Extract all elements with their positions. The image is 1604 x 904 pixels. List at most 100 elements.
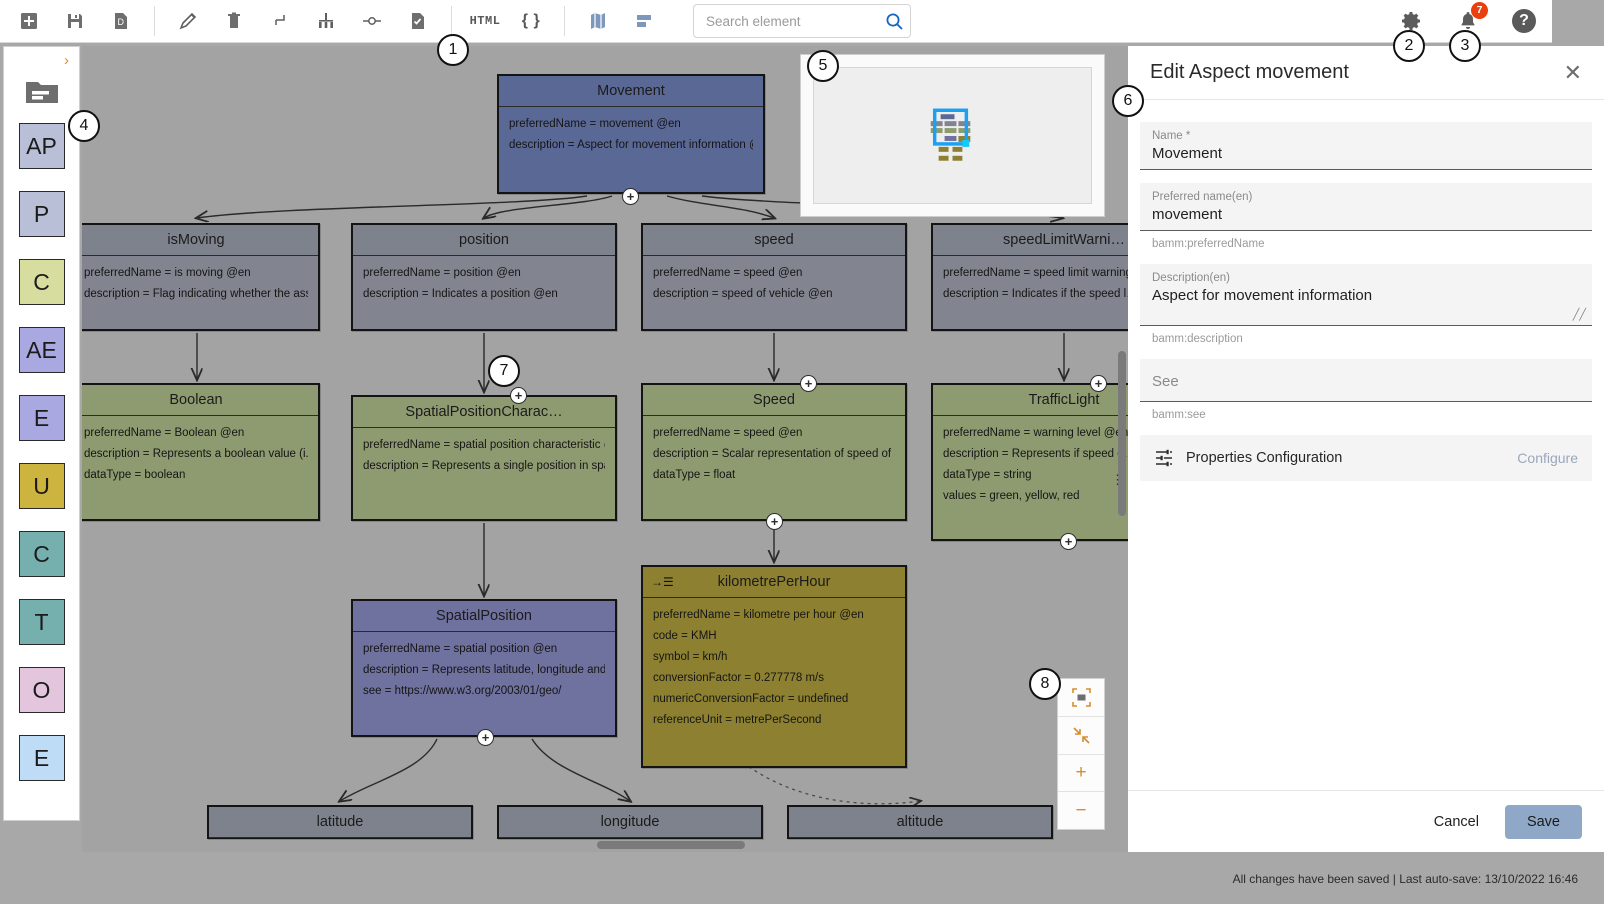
diagram-node-movement[interactable]: Movement preferredName = movement @en desc… [497, 74, 765, 194]
diagram-node-Speed[interactable]: Speed preferredName = speed @en descriptio… [641, 383, 907, 521]
configure-link[interactable]: Configure [1517, 450, 1578, 466]
palette-item-property[interactable]: P [18, 191, 65, 237]
open-map-button[interactable] [575, 3, 621, 39]
callout-marker-3: 3 [1449, 30, 1481, 62]
palette-item-trait[interactable]: T [18, 599, 65, 645]
canvas-vertical-scrollbar[interactable] [1118, 351, 1126, 516]
node-attribute-row: preferredName = warning level @en [943, 427, 1128, 439]
cancel-button[interactable]: Cancel [1420, 805, 1493, 839]
pencil-icon [179, 12, 197, 30]
expand-spatialpositioncharacteristic-button[interactable]: + [510, 387, 527, 404]
search-input[interactable] [704, 12, 885, 30]
node-title: Boolean [169, 392, 223, 408]
fit-to-screen-button[interactable] [1058, 679, 1104, 717]
palette-folder-button[interactable] [22, 76, 62, 113]
edit-panel-footer: Cancel Save [1128, 790, 1604, 852]
node-attribute-row: description = Aspect for movement inform… [509, 139, 753, 151]
new-file-button[interactable] [6, 3, 52, 39]
palette-item-abstract-entity[interactable]: AE [18, 327, 65, 373]
canvas-resize-handle[interactable]: ⋮ [1111, 473, 1124, 486]
palette-item-characteristic[interactable]: C [18, 259, 65, 305]
node-body: preferredName = kilometre per hour @en co… [643, 598, 905, 735]
node-body: preferredName = spatial position charact… [353, 428, 615, 481]
save-button[interactable]: Save [1504, 804, 1582, 839]
zoom-out-button[interactable]: − [1058, 792, 1104, 829]
export-html-button[interactable]: HTML [462, 3, 508, 39]
search-icon[interactable] [885, 12, 904, 31]
node-body: preferredName = spatial position @en desc… [353, 632, 615, 706]
node-body: preferredName = speed @en description = S… [643, 416, 905, 490]
diagram-node-speedLimitWarning[interactable]: speedLimitWarni… preferredName = speed li… [931, 223, 1128, 331]
diagram-node-SpatialPosition[interactable]: SpatialPosition preferredName = spatial p… [351, 599, 617, 737]
see-field[interactable]: See [1140, 359, 1592, 402]
diagram-node-altitude[interactable]: altitude [787, 805, 1053, 839]
node-attribute-row: preferredName = movement @en [509, 118, 681, 130]
preferred-name-field[interactable]: Preferred name(en) movement [1140, 183, 1592, 231]
expand-movement-button[interactable]: + [622, 188, 639, 205]
resize-grip-icon[interactable]: ╱╱ [1573, 308, 1586, 321]
close-icon[interactable]: ✕ [1564, 61, 1582, 84]
edit-button[interactable] [165, 3, 211, 39]
diagram-node-kilometrePerHour[interactable]: →☰ kilometrePerHour preferredName = kilome… [641, 565, 907, 768]
diagram-node-isMoving[interactable]: isMoving preferredName = is moving @en des… [82, 223, 320, 331]
node-attribute-row: description = Indicates a position @en [363, 288, 558, 300]
search-box[interactable] [693, 4, 911, 38]
palette-item-entity[interactable]: E [18, 395, 65, 441]
zoom-in-button[interactable]: + [1058, 755, 1104, 793]
export-json-button[interactable]: { } [508, 3, 554, 39]
palette-item-aspect-property[interactable]: AP [18, 123, 65, 169]
zoom-to-selection-button[interactable] [1058, 717, 1104, 755]
description-field-value[interactable]: Aspect for movement information [1152, 287, 1580, 304]
canvas-horizontal-scrollbar[interactable] [597, 841, 745, 849]
callout-marker-5: 5 [807, 50, 839, 82]
node-header: Boolean [82, 385, 318, 416]
node-header: altitude [789, 807, 1051, 838]
minimap-viewport[interactable] [813, 67, 1092, 204]
expand-speed-bottom-button[interactable]: + [766, 513, 783, 530]
name-field-value[interactable]: Movement [1152, 145, 1580, 162]
toolbar-divider [154, 6, 155, 36]
minimap-panel[interactable] [800, 54, 1105, 217]
connect-button[interactable] [349, 3, 395, 39]
diagram-node-latitude[interactable]: latitude [207, 805, 473, 839]
see-field-placeholder[interactable]: See [1152, 373, 1580, 390]
layout-icon [637, 15, 651, 27]
description-field[interactable]: Description(en) Aspect for movement info… [1140, 264, 1592, 326]
palette-item-event[interactable]: E [18, 735, 65, 781]
validate-button[interactable] [395, 3, 441, 39]
edit-panel-header: Edit Aspect movement ✕ [1128, 46, 1604, 100]
hierarchy-button[interactable] [303, 3, 349, 39]
preferred-name-field-value[interactable]: movement [1152, 206, 1580, 223]
node-title: Speed [753, 392, 795, 408]
diagram-node-Boolean[interactable]: Boolean preferredName = Boolean @en descri… [82, 383, 320, 521]
unit-icon: →☰ [651, 575, 674, 589]
expand-trafficlight-button[interactable]: + [1090, 375, 1107, 392]
save-file-button[interactable] [52, 3, 98, 39]
palette-item-label: C [33, 268, 50, 295]
layout-button[interactable] [621, 3, 667, 39]
palette-expand-button[interactable]: › [64, 53, 69, 68]
expand-speed-button[interactable]: + [800, 375, 817, 392]
copy-file-button[interactable]: D [98, 3, 144, 39]
palette-item-operation[interactable]: O [18, 667, 65, 713]
diagram-node-speed[interactable]: speed preferredName = speed @en descriptio… [641, 223, 907, 331]
expand-spatialposition-button[interactable]: + [477, 729, 494, 746]
diagram-node-SpatialPositionCharacteristic[interactable]: SpatialPositionCharac… preferredName = sp… [351, 395, 617, 521]
diagram-node-position[interactable]: position preferredName = position @en desc… [351, 223, 617, 331]
delete-button[interactable] [211, 3, 257, 39]
diagram-canvas[interactable]: Movement preferredName = movement @en desc… [82, 46, 1128, 852]
diagram-node-TrafficLight[interactable]: TrafficLight preferredName = warning leve… [931, 383, 1128, 541]
collapse-button[interactable] [257, 3, 303, 39]
palette-item-constraint[interactable]: C [18, 531, 65, 577]
node-body: preferredName = movement @en description … [499, 107, 763, 160]
node-title: position [459, 232, 509, 248]
properties-configuration-row[interactable]: Properties Configuration Configure [1140, 435, 1592, 481]
name-field[interactable]: Name * Movement [1140, 122, 1592, 170]
node-attribute-row: preferredName = kilometre per hour @en [653, 609, 864, 621]
toolbar-divider-2 [451, 6, 452, 36]
expand-trafficlight-bottom-button[interactable]: + [1060, 533, 1077, 550]
palette-item-unit[interactable]: U [18, 463, 65, 509]
node-header: speed [643, 225, 905, 256]
diagram-node-longitude[interactable]: longitude [497, 805, 763, 839]
help-button[interactable]: ? [1496, 0, 1552, 43]
